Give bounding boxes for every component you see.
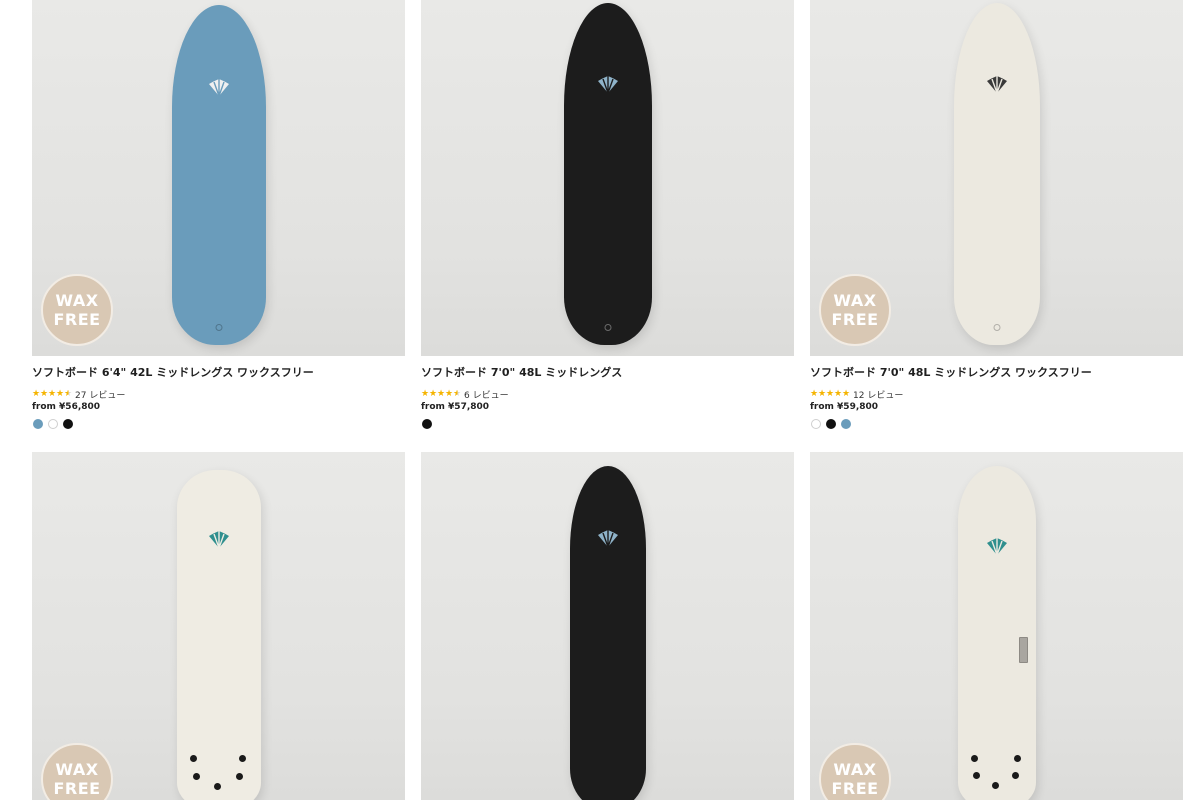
star-icon: ★ <box>437 389 446 399</box>
wax-free-badge: WAX FREE <box>41 274 113 346</box>
product-rating: ★ ★ ★ ★ ★ 27 レビュー <box>32 388 125 402</box>
star-rating: ★ ★ ★ ★ ★ <box>421 390 461 399</box>
star-half-icon: ★ <box>453 389 462 399</box>
star-icon: ★ <box>32 389 41 399</box>
brand-logo-icon <box>597 76 618 94</box>
product-price: from ¥56,800 <box>32 402 101 412</box>
star-icon: ★ <box>826 389 835 399</box>
color-swatch-black[interactable] <box>63 419 73 429</box>
brand-logo-icon <box>597 530 618 548</box>
brand-logo-icon <box>208 79 229 97</box>
product-title[interactable]: ソフトボード 6'4" 42L ミッドレングス ワックスフリー <box>32 364 314 380</box>
review-count[interactable]: 12 レビュー <box>853 388 903 401</box>
fin-plug-icon <box>971 755 978 762</box>
color-swatch-blue[interactable] <box>841 419 851 429</box>
product-image[interactable]: WAX FREE <box>810 452 1183 800</box>
review-count[interactable]: 27 レビュー <box>75 388 125 401</box>
color-swatch-white[interactable] <box>48 419 58 429</box>
star-icon: ★ <box>48 389 57 399</box>
surfboard-image <box>171 5 266 345</box>
leash-plug-icon <box>993 324 1000 331</box>
color-swatch-black[interactable] <box>422 419 432 429</box>
product-card[interactable]: WAX FREE <box>32 452 405 800</box>
star-rating: ★ ★ ★ ★ ★ <box>32 390 72 399</box>
product-image[interactable]: WAX FREE <box>32 452 405 800</box>
fin-plug-icon <box>973 772 980 779</box>
product-card[interactable]: WAX FREE ソフトボード 7'0" 48L ミッドレングス ワックスフリー… <box>810 0 1183 429</box>
product-grid: WAX FREE ソフトボード 6'4" 42L ミッドレングス ワックスフリー… <box>0 0 1200 800</box>
wax-free-badge: WAX FREE <box>819 274 891 346</box>
color-swatch-white[interactable] <box>811 419 821 429</box>
brand-logo-icon <box>986 538 1007 556</box>
fin-plug-icon <box>239 755 246 762</box>
star-icon: ★ <box>834 389 843 399</box>
color-swatch-blue[interactable] <box>33 419 43 429</box>
star-icon: ★ <box>421 389 430 399</box>
product-card[interactable] <box>421 452 794 800</box>
star-half-icon: ★ <box>64 389 73 399</box>
wax-free-badge: WAX FREE <box>41 743 113 800</box>
product-image[interactable]: WAX FREE <box>32 0 405 356</box>
surfboard-image <box>176 470 261 800</box>
review-count[interactable]: 6 レビュー <box>464 388 509 401</box>
star-icon: ★ <box>842 389 851 399</box>
product-title[interactable]: ソフトボード 7'0" 48L ミッドレングス <box>421 364 622 380</box>
product-card[interactable]: ソフトボード 7'0" 48L ミッドレングス ★ ★ ★ ★ ★ 6 レビュー… <box>421 0 794 429</box>
product-rating: ★ ★ ★ ★ ★ 12 レビュー <box>810 388 903 402</box>
fin-plug-icon <box>193 773 200 780</box>
star-icon: ★ <box>56 389 65 399</box>
product-price: from ¥59,800 <box>810 402 879 412</box>
product-rating: ★ ★ ★ ★ ★ 6 レビュー <box>421 388 509 402</box>
star-icon: ★ <box>445 389 454 399</box>
brand-logo-icon <box>986 76 1007 94</box>
surfboard-image <box>953 3 1040 345</box>
brand-logo-icon <box>208 531 229 549</box>
color-swatches <box>422 419 432 429</box>
wax-free-badge: WAX FREE <box>819 743 891 800</box>
product-title[interactable]: ソフトボード 7'0" 48L ミッドレングス ワックスフリー <box>810 364 1092 380</box>
star-icon: ★ <box>810 389 819 399</box>
surfboard-image <box>957 466 1036 800</box>
leash-plug-icon <box>604 324 611 331</box>
product-price: from ¥57,800 <box>421 402 490 412</box>
star-rating: ★ ★ ★ ★ ★ <box>810 390 850 399</box>
star-icon: ★ <box>40 389 49 399</box>
fin-plug-icon <box>214 783 221 790</box>
surfboard-image <box>569 466 646 800</box>
product-image[interactable] <box>421 0 794 356</box>
fin-plug-icon <box>1012 772 1019 779</box>
color-swatch-black[interactable] <box>826 419 836 429</box>
surfboard-image <box>563 3 652 345</box>
leash-plug-icon <box>215 324 222 331</box>
color-swatches <box>811 419 851 429</box>
fin-plug-icon <box>190 755 197 762</box>
product-card[interactable]: WAX FREE ソフトボード 6'4" 42L ミッドレングス ワックスフリー… <box>32 0 405 429</box>
product-image[interactable] <box>421 452 794 800</box>
product-card[interactable]: WAX FREE <box>810 452 1183 800</box>
fin-plug-icon <box>1014 755 1021 762</box>
fin-plug-icon <box>236 773 243 780</box>
traction-pad-icon <box>1019 637 1028 663</box>
star-icon: ★ <box>429 389 438 399</box>
color-swatches <box>33 419 73 429</box>
fin-plug-icon <box>992 782 999 789</box>
product-image[interactable]: WAX FREE <box>810 0 1183 356</box>
star-icon: ★ <box>818 389 827 399</box>
